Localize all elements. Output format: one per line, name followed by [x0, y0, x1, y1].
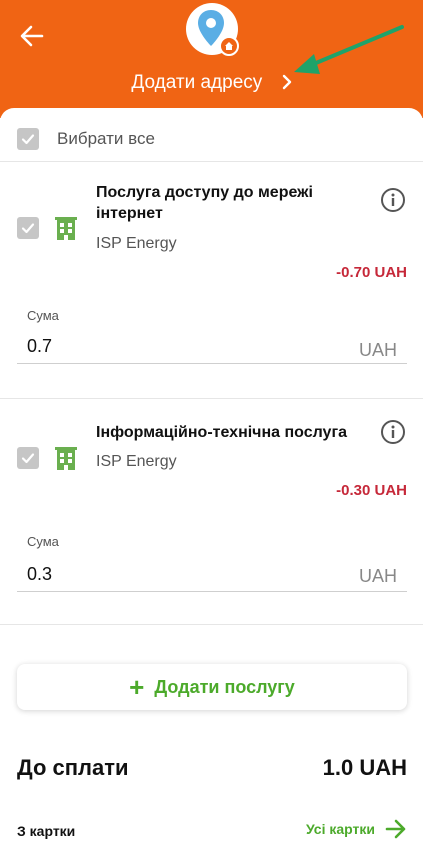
total-label: До сплати — [17, 755, 129, 780]
service-item: Послуга доступу до мережі інтернет ISP E… — [0, 162, 423, 388]
info-icon[interactable] — [380, 187, 406, 213]
sum-input[interactable] — [17, 558, 407, 592]
service-provider: ISP Energy — [96, 453, 177, 470]
info-icon[interactable] — [380, 419, 406, 445]
plus-icon: + — [129, 672, 145, 702]
building-icon — [55, 217, 77, 240]
sum-label: Сума — [27, 308, 59, 323]
service-checkbox[interactable] — [17, 447, 39, 469]
add-service-button[interactable]: + Додати послугу — [17, 664, 407, 710]
service-title: Послуга доступу до мережі інтернет — [96, 184, 313, 222]
app-header: Додати адресу — [0, 0, 423, 118]
from-card-label: З картки — [17, 823, 76, 839]
all-cards-label: Усі картки — [305, 821, 375, 837]
select-all-checkbox[interactable] — [17, 128, 39, 150]
services-sheet: Вибрати все Послуга доступу до мережі ін… — [0, 108, 423, 864]
service-amount: -0.30 UAH — [336, 482, 407, 499]
arrow-right-icon — [385, 819, 406, 839]
select-all-row[interactable]: Вибрати все — [0, 108, 423, 162]
address-logo — [186, 3, 239, 56]
service-item: Інформаційно-технічна послуга ISP Energy… — [0, 398, 423, 624]
select-all-label: Вибрати все — [57, 129, 155, 148]
currency-unit: UAH — [358, 340, 397, 360]
service-checkbox[interactable] — [17, 217, 39, 239]
add-service-label: Додати послугу — [154, 676, 295, 697]
service-provider: ISP Energy — [96, 235, 177, 252]
home-badge-icon — [219, 36, 239, 56]
checkmark-icon — [21, 134, 35, 145]
service-title: Інформаційно-технічна послуга — [96, 424, 348, 441]
currency-unit: UAH — [358, 566, 397, 586]
back-arrow-icon[interactable] — [18, 22, 46, 50]
divider — [0, 624, 423, 625]
total-value: 1.0 UAH — [322, 755, 407, 780]
service-amount: -0.70 UAH — [336, 264, 407, 281]
sum-label: Сума — [27, 534, 59, 549]
sum-input[interactable] — [17, 330, 407, 364]
add-address-label: Додати адресу — [131, 72, 263, 93]
annotation-arrow-icon — [294, 25, 404, 74]
checkmark-icon — [21, 223, 35, 234]
all-cards-link[interactable]: Усі картки — [306, 819, 407, 839]
building-icon — [55, 447, 77, 470]
checkmark-icon — [21, 453, 35, 464]
